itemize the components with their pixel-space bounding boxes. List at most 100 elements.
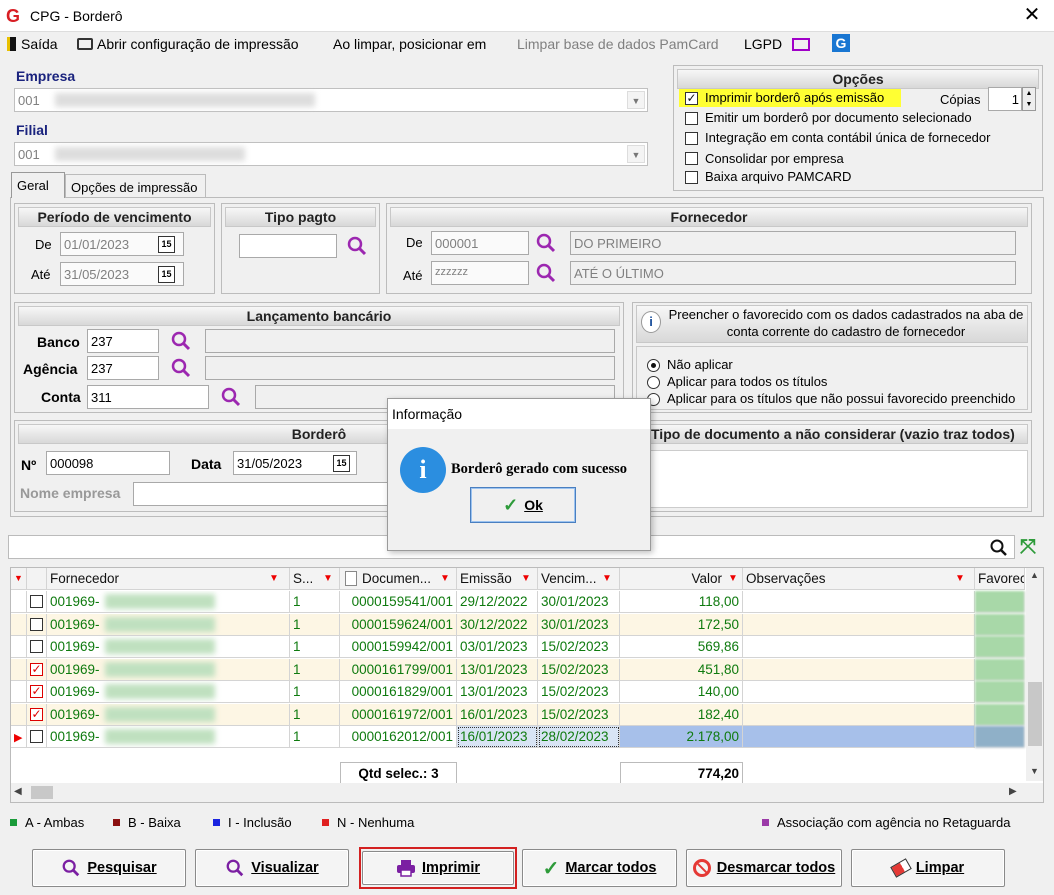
- imprimir-button[interactable]: Imprimir: [362, 851, 514, 885]
- checkbox[interactable]: ✓: [30, 685, 43, 698]
- filter-icon[interactable]: ▼: [521, 573, 531, 584]
- copias-input[interactable]: 1: [988, 87, 1022, 111]
- scroll-thumb[interactable]: [31, 786, 53, 799]
- search-icon[interactable]: [346, 235, 368, 257]
- col-observacoes[interactable]: Observações ▼: [743, 568, 975, 590]
- fornecedor-de-code[interactable]: 000001: [431, 231, 529, 255]
- close-window-button[interactable]: ✕: [1018, 4, 1046, 28]
- clear-pamcard-menu-item[interactable]: Limpar base de dados PamCard: [517, 36, 719, 52]
- calendar-icon[interactable]: 15: [333, 455, 350, 472]
- row-checkbox[interactable]: ✓: [27, 658, 47, 681]
- chevron-right-icon[interactable]: ▶: [1009, 786, 1017, 797]
- nome-empresa-label: Nome empresa: [20, 485, 121, 501]
- vertical-scrollbar[interactable]: ▲ ▼: [1026, 568, 1043, 781]
- filial-select[interactable]: 001 ▼: [14, 142, 648, 166]
- on-clear-menu-item[interactable]: Ao limpar, posicionar em: [333, 36, 486, 52]
- exit-menu-item[interactable]: Saída: [7, 36, 58, 52]
- chevron-up-icon[interactable]: ▲: [1030, 570, 1039, 580]
- checkbox[interactable]: [30, 617, 43, 631]
- banco-input[interactable]: 237: [87, 329, 159, 353]
- search-icon[interactable]: [170, 330, 192, 352]
- opcao-checkbox-2[interactable]: [685, 132, 698, 145]
- row-checkbox[interactable]: [27, 591, 47, 613]
- calendar-icon[interactable]: 15: [158, 236, 175, 253]
- opcao-checkbox-0[interactable]: ✓: [685, 92, 698, 105]
- col-fornecedor[interactable]: Fornecedor ▼: [47, 568, 290, 590]
- filter-icon[interactable]: ▼: [728, 573, 738, 584]
- limpar-button[interactable]: Limpar: [851, 849, 1005, 887]
- monitor-icon: [792, 38, 811, 51]
- search-icon[interactable]: [220, 386, 242, 408]
- horizontal-scrollbar[interactable]: ◀ ▶: [11, 783, 1043, 802]
- checkbox[interactable]: [30, 640, 43, 653]
- table-row[interactable]: 001969- 1 0000159541/001 29/12/2022 30/01/20…: [11, 591, 1025, 613]
- lgpd-menu-item[interactable]: LGPD: [744, 36, 811, 52]
- favorecido-radio-0[interactable]: [647, 359, 660, 372]
- calendar-icon[interactable]: 15: [158, 266, 175, 283]
- col-valor[interactable]: Valor ▼: [620, 568, 743, 590]
- pesquisar-button[interactable]: Pesquisar: [32, 849, 186, 887]
- col-s[interactable]: S... ▼: [290, 568, 340, 590]
- tipo-pagto-input[interactable]: [239, 234, 337, 258]
- cell-fornecedor: 001969-: [47, 658, 290, 681]
- row-checkbox[interactable]: ✓: [27, 703, 47, 726]
- opcao-label-4: Baixa arquivo PAMCARD: [705, 169, 852, 184]
- col-favorecido[interactable]: Favorec: [975, 568, 1025, 590]
- visualizar-button[interactable]: Visualizar: [195, 849, 349, 887]
- tab-opcoes-impressao[interactable]: Opções de impressão: [65, 174, 206, 198]
- search-icon[interactable]: [535, 262, 557, 284]
- marcar-todos-button[interactable]: ✓ Marcar todos: [522, 849, 677, 887]
- search-icon[interactable]: [989, 538, 1009, 558]
- cell-fornecedor: 001969-: [47, 613, 290, 636]
- table-row[interactable]: 001969- 1 0000159624/001 30/12/2022 30/01/20…: [11, 613, 1025, 636]
- cell-s: 1: [290, 726, 340, 748]
- search-icon[interactable]: [535, 232, 557, 254]
- cell-s: 1: [290, 703, 340, 726]
- agencia-input[interactable]: 237: [87, 356, 159, 380]
- tipo-doc-list[interactable]: [636, 450, 1028, 508]
- col-emissao[interactable]: Emissão ▼: [457, 568, 538, 590]
- desmarcar-todos-button[interactable]: Desmarcar todos: [686, 849, 842, 887]
- checkbox[interactable]: [30, 730, 43, 743]
- table-row[interactable]: ✓ 001969- 1 0000161972/001 16/01/2023 15/02/2…: [11, 703, 1025, 726]
- col-documento[interactable]: Documen... ▼: [340, 568, 457, 590]
- table-row[interactable]: ▶ 001969- 1 0000162012/001 16/01/2023 28/02/2…: [11, 726, 1025, 748]
- chevron-left-icon[interactable]: ◀: [14, 786, 22, 797]
- cell-valor: 451,80: [620, 658, 743, 681]
- ok-button[interactable]: ✓ Ok: [470, 487, 576, 523]
- scroll-thumb[interactable]: [1028, 682, 1042, 746]
- expand-icon[interactable]: ⤧: [1020, 537, 1042, 559]
- empresa-select[interactable]: 001 ▼: [14, 88, 648, 112]
- g-app-icon[interactable]: G: [832, 34, 850, 52]
- filter-icon[interactable]: ▼: [602, 573, 612, 584]
- row-checkbox[interactable]: [27, 636, 47, 658]
- col-vencimento[interactable]: Vencim... ▼: [538, 568, 620, 590]
- row-checkbox[interactable]: ✓: [27, 681, 47, 703]
- opcao-checkbox-1[interactable]: [685, 112, 698, 125]
- filter-icon[interactable]: ▼: [323, 573, 333, 584]
- print-config-menu-item[interactable]: Abrir configuração de impressão: [77, 36, 299, 52]
- titles-grid[interactable]: ▼ Fornecedor ▼ S... ▼ Documen... ▼ Emissão ▼…: [10, 567, 1044, 803]
- favorecido-radio-1[interactable]: [647, 376, 660, 389]
- opcao-checkbox-3[interactable]: [685, 152, 698, 165]
- table-row[interactable]: ✓ 001969- 1 0000161829/001 13/01/2023 15/02/2…: [11, 681, 1025, 703]
- table-row[interactable]: 001969- 1 0000159942/001 03/01/2023 15/02/20…: [11, 636, 1025, 658]
- conta-input[interactable]: 311: [87, 385, 209, 409]
- search-icon[interactable]: [170, 357, 192, 379]
- nome-empresa-input[interactable]: [133, 482, 393, 506]
- opcao-checkbox-4[interactable]: [685, 171, 698, 184]
- filter-icon[interactable]: ▼: [269, 573, 279, 584]
- bordero-num-input[interactable]: 000098: [46, 451, 170, 475]
- row-checkbox[interactable]: [27, 726, 47, 748]
- checkbox[interactable]: ✓: [30, 662, 43, 676]
- tab-geral[interactable]: Geral: [11, 172, 65, 198]
- row-checkbox[interactable]: [27, 613, 47, 636]
- checkbox[interactable]: ✓: [30, 707, 43, 721]
- fornecedor-ate-code[interactable]: zzzzzz: [431, 261, 529, 285]
- checkbox[interactable]: [30, 595, 43, 608]
- filter-icon[interactable]: ▼: [440, 573, 450, 584]
- copias-spinner[interactable]: ▲ ▼: [1022, 87, 1036, 111]
- table-row[interactable]: ✓ 001969- 1 0000161799/001 13/01/2023 15/02/2…: [11, 658, 1025, 681]
- filter-icon[interactable]: ▼: [955, 573, 965, 584]
- chevron-down-icon[interactable]: ▼: [1030, 766, 1039, 776]
